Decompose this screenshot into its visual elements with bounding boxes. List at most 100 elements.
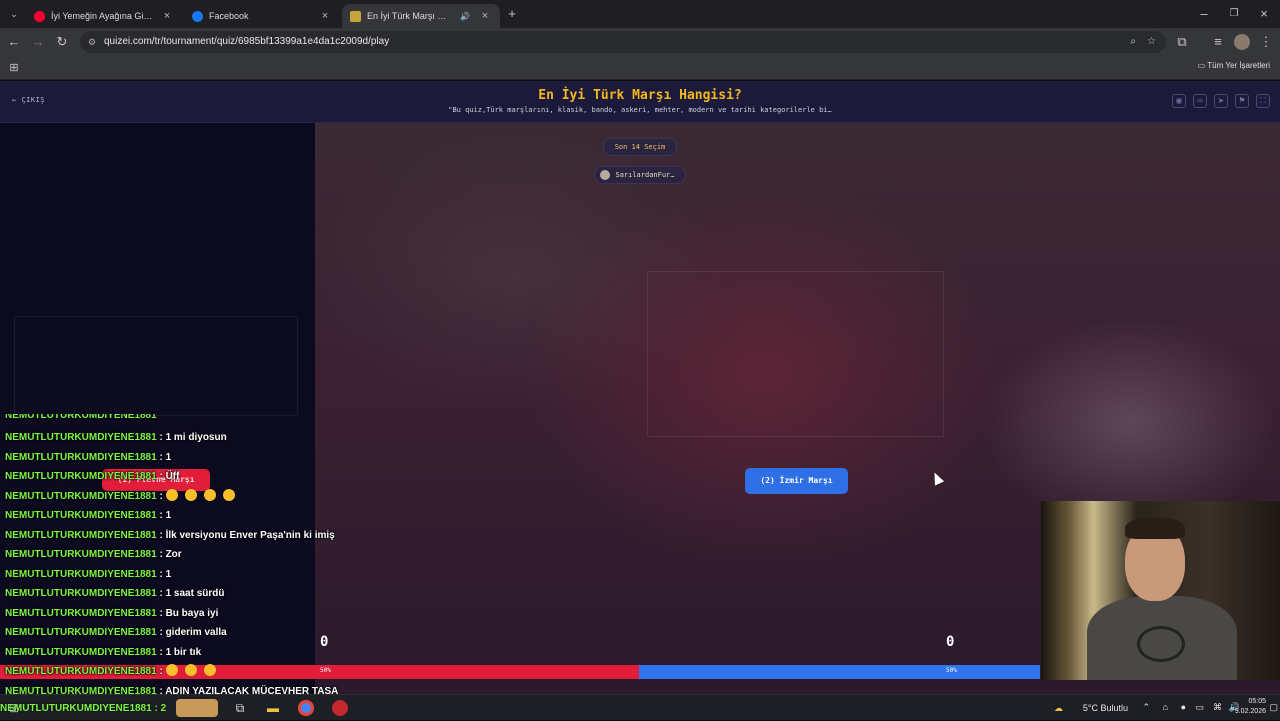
all-bookmarks-label: Tüm Yer İşaretleri — [1207, 61, 1270, 70]
chat-message: 1 mi diyosun — [165, 432, 227, 443]
close-icon[interactable]: × — [318, 10, 332, 22]
choice-2-button[interactable]: (2) İzmir Marşı — [745, 468, 848, 494]
chat-message: 1 — [165, 568, 172, 580]
chat-line: NEMUTLUTURKUMDIYENE1881 : 1 saat sürdü — [5, 586, 225, 602]
star-icon[interactable]: ☆ — [1147, 31, 1156, 53]
extensions-icon[interactable]: ⧉ — [1174, 34, 1190, 50]
quiz-title: En İyi Türk Marşı Hangisi? — [538, 88, 742, 103]
chevron-up-icon[interactable]: ⌃ — [1142, 702, 1150, 713]
vote-bar-right — [639, 665, 1040, 679]
clap-emoji-icon — [184, 664, 197, 676]
url-text: quizei.com/tr/tournament/quiz/6985bf1339… — [104, 36, 390, 47]
link-icon[interactable]: ∞ — [1193, 94, 1207, 108]
close-window-button[interactable]: × — [1256, 6, 1272, 22]
tab-search-icon[interactable]: ⌄ — [6, 6, 22, 22]
chat-message: 1 — [165, 510, 172, 521]
flag-icon[interactable]: ⚑ — [1235, 94, 1249, 108]
vote-right-percent: 50% — [946, 667, 957, 674]
chat-separator: : — [156, 490, 166, 502]
share-icon[interactable]: ➤ — [1214, 94, 1228, 108]
url-input[interactable]: ⚙ quizei.com/tr/tournament/quiz/6985bf13… — [80, 31, 1166, 53]
chat-separator: : — [156, 432, 166, 443]
chat-message: 1 bir tık — [165, 646, 202, 658]
notification-icon[interactable]: ▢ — [1269, 702, 1278, 713]
fullscreen-icon[interactable]: ⛶ — [1256, 94, 1270, 108]
chat-username: NEMUTLUTURKUMDIYENE1881 — [5, 529, 157, 541]
clap-emoji-icon — [203, 664, 216, 676]
weather-text: 5°C Bulutlu — [1082, 703, 1128, 713]
site-info-icon[interactable]: ⚙ — [88, 31, 96, 53]
chat-message: ADIN YAZILACAK MÜCEVHER TAŞA — [165, 685, 339, 695]
chat-separator: : — [156, 549, 166, 560]
chat-message: İlk versiyonu Enver Paşa'nin ki imiş — [165, 529, 335, 541]
network-icon[interactable]: ⌂ — [1163, 702, 1168, 712]
host-avatar — [600, 170, 610, 180]
menu-icon[interactable]: ⋮ — [1258, 34, 1274, 50]
chat-line: NEMUTLUTURKUMDIYENE1881 : İlk versiyonu … — [5, 528, 335, 544]
chat-separator: : — [156, 471, 166, 482]
weather-icon: ☁ — [1054, 703, 1063, 713]
clock[interactable]: 05:05 9.02.2026 — [1226, 697, 1266, 717]
app-icon[interactable] — [332, 700, 348, 716]
chat-overflow-line: NEMUTLUTURKUMDIYENE1881 : 2 — [0, 703, 167, 714]
eye-icon[interactable]: ◉ — [1172, 94, 1186, 108]
task-view-icon[interactable]: ⧉ — [232, 700, 248, 716]
profile-avatar[interactable] — [1234, 34, 1250, 50]
tab-title: Facebook — [209, 11, 249, 21]
chat-line: NEMUTLUTURKUMDIYENE1881 : 1 — [5, 567, 171, 583]
shirt-logo — [1137, 626, 1185, 662]
host-name: SarılardanFur… — [615, 171, 675, 179]
speaker-icon[interactable]: 🔊 — [458, 12, 472, 21]
chat-line: NEMUTLUTURKUMDIYENE1881 : 1 bir tık — [5, 645, 201, 661]
clock-time: 05:05 — [1248, 698, 1266, 705]
media-control-icon[interactable]: ≡ — [1210, 34, 1226, 50]
wifi-icon[interactable]: ⌘ — [1213, 702, 1222, 713]
facebook-icon — [192, 10, 203, 22]
chat-username: NEMUTLUTURKUMDIYENE1881 — [5, 627, 157, 638]
all-bookmarks-button[interactable]: ▭ Tüm Yer İşaretleri — [1198, 61, 1270, 70]
forward-icon[interactable]: → — [30, 34, 46, 50]
back-icon[interactable]: ← — [6, 34, 22, 50]
chat-line: NEMUTLUTURKUMDIYENE1881 : 1 — [5, 508, 171, 524]
chrome-icon[interactable] — [298, 700, 314, 716]
folder-icon: ▭ — [1197, 61, 1208, 70]
chat-message: Zor — [165, 549, 182, 560]
chat-message: Üff — [165, 471, 180, 482]
weather-widget-thumb[interactable] — [176, 699, 218, 717]
clap-emoji-icon — [165, 488, 178, 501]
media-frame — [647, 271, 944, 437]
chat-separator: : — [156, 627, 166, 638]
chat-line: NEMUTLUTURKUMDIYENE1881 : 1 mi diyosun — [5, 430, 227, 446]
close-icon[interactable]: × — [478, 10, 492, 22]
close-icon[interactable]: × — [160, 10, 174, 22]
zoom-icon[interactable]: ⌕ — [1130, 31, 1136, 53]
taskbar: ⊞ NEMUTLUTURKUMDIYENE1881 : 2 ⧉ ▬ ☁ 5°C … — [0, 694, 1280, 720]
chat-line-cut: NEMUTLUTURKUMDIYENE1881 — [5, 414, 157, 421]
file-explorer-icon[interactable]: ▬ — [265, 700, 281, 716]
new-tab-button[interactable]: + — [504, 6, 520, 22]
tab-quiz[interactable]: En İyi Türk Marşı Hangisi? 🔊 × — [342, 4, 500, 28]
chat-line: NEMUTLUTURKUMDIYENE1881 : — [5, 488, 242, 505]
reload-icon[interactable]: ↻ — [54, 34, 70, 50]
apps-icon[interactable]: ⊞ — [6, 60, 22, 76]
chat-username: NEMUTLUTURKUMDIYENE1881 — [5, 510, 157, 521]
microphone-icon[interactable]: ● — [1181, 702, 1186, 712]
quiz-header: ← ÇIKIŞ En İyi Türk Marşı Hangisi? "Bu q… — [0, 81, 1280, 123]
minimize-button[interactable]: – — [1196, 6, 1212, 22]
quizei-icon — [350, 10, 361, 22]
chat-line: NEMUTLUTURKUMDIYENE1881 : — [5, 664, 223, 680]
streamer-hair — [1125, 517, 1185, 539]
tab-facebook[interactable]: Facebook × — [184, 4, 340, 28]
clap-emoji-icon — [222, 488, 235, 501]
chat-separator: : — [156, 568, 166, 580]
tab-youtube[interactable]: İyi Yemeğin Ayağına Gidilir #9 | × — [26, 4, 182, 28]
chat-message: giderim valla — [165, 627, 227, 638]
display-icon[interactable]: ▭ — [1195, 702, 1204, 713]
chat-line: NEMUTLUTURKUMDIYENE1881 : Üff — [5, 469, 179, 485]
chat-line: NEMUTLUTURKUMDIYENE1881 : Bu baya iyi — [5, 606, 218, 622]
left-empty-frame — [14, 316, 298, 416]
restore-button[interactable]: ❐ — [1226, 6, 1242, 22]
chat-separator: : — [156, 588, 166, 599]
chat-line: NEMUTLUTURKUMDIYENE1881 : 1 — [5, 450, 171, 466]
chat-username: NEMUTLUTURKUMDIYENE1881 — [5, 588, 157, 599]
